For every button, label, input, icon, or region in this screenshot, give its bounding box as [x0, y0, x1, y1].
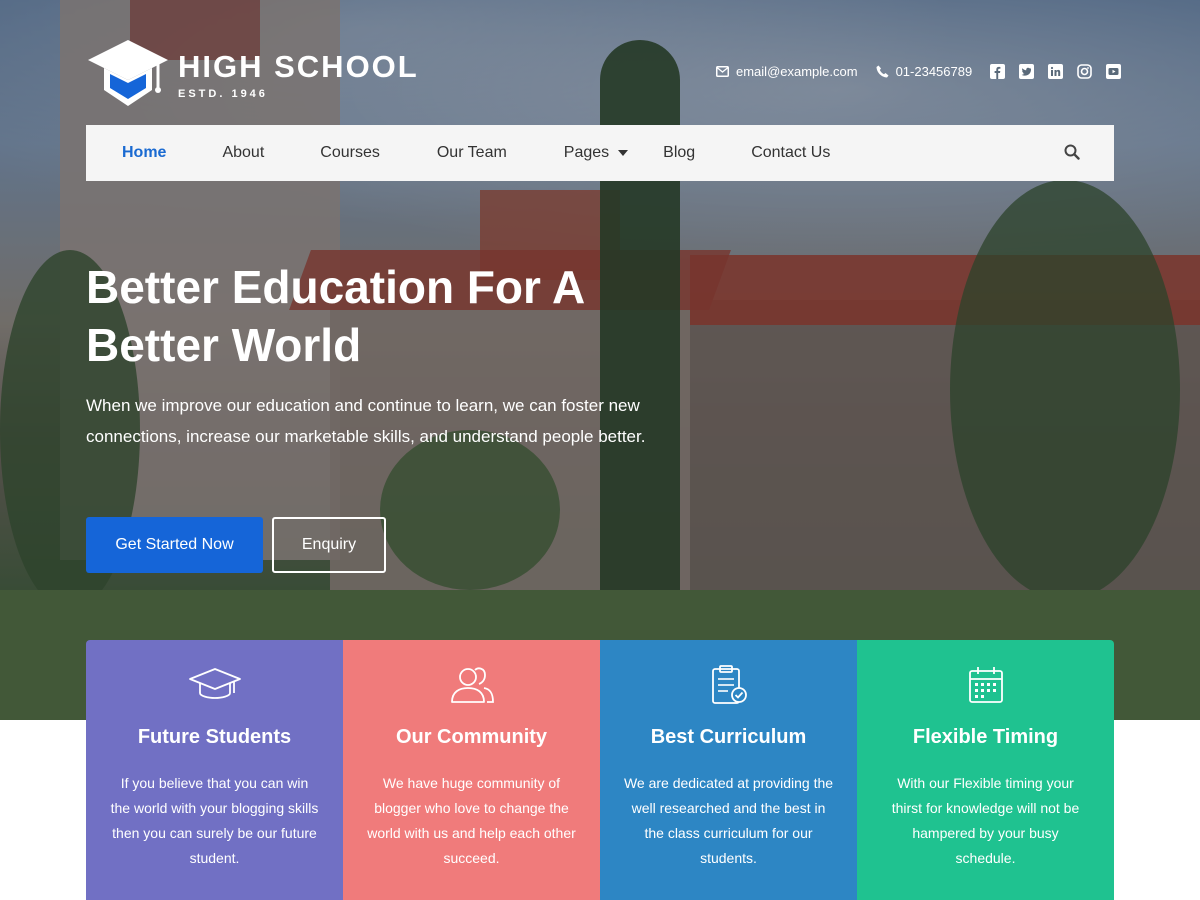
hero-title-line: Better World	[86, 319, 362, 371]
nav-item-blog[interactable]: Blog	[663, 125, 695, 181]
clipboard-check-icon	[711, 665, 747, 704]
nav-item-label: Our Team	[436, 144, 507, 161]
phone-link[interactable]: 01-23456789	[876, 64, 973, 79]
hero-description: When we improve our education and contin…	[86, 396, 646, 446]
feature-cards: Future Students If you believe that you …	[86, 640, 1114, 900]
feature-card-future-students: Future Students If you believe that you …	[86, 640, 343, 900]
feature-title: Best Curriculum	[650, 726, 807, 748]
nav-item-courses[interactable]: Courses	[320, 125, 380, 181]
calendar-icon	[968, 667, 1003, 703]
nav-item-home[interactable]: Home	[122, 125, 166, 181]
instagram-icon[interactable]	[1077, 64, 1093, 79]
users-icon	[450, 667, 494, 703]
email-text: email@example.com	[736, 64, 858, 79]
feature-card-flexible-timing: Flexible Timing With our Flexible timing…	[857, 640, 1114, 900]
site-title: HIGH SCHOOL	[178, 48, 419, 84]
nav-item-label: Contact Us	[751, 144, 831, 161]
social-links	[990, 64, 1122, 79]
hero-title: Better Education For A Better World	[86, 258, 706, 374]
main-navigation: Home About Courses Our Team Pages Blog C…	[86, 125, 1114, 181]
feature-text: We are dedicated at providing the well r…	[623, 775, 834, 866]
email-link[interactable]: email@example.com	[716, 64, 858, 79]
feature-title: Flexible Timing	[912, 726, 1059, 748]
nav-item-our-team[interactable]: Our Team	[437, 125, 507, 181]
search-icon	[1064, 144, 1080, 160]
hero-title-line: Better Education For A	[86, 261, 586, 313]
twitter-icon[interactable]	[1019, 64, 1035, 79]
get-started-button[interactable]: Get Started Now	[86, 517, 263, 573]
feature-card-our-community: Our Community We have huge community of …	[343, 640, 600, 900]
graduation-cap-logo-icon	[88, 40, 168, 106]
nav-item-label: Courses	[320, 144, 380, 161]
site-logo[interactable]: HIGH SCHOOL ESTD. 1946	[86, 38, 419, 110]
nav-item-pages[interactable]: Pages	[563, 125, 629, 181]
phone-text: 01-23456789	[895, 64, 973, 79]
feature-text: With our Flexible timing your thirst for…	[891, 775, 1080, 866]
chevron-down-icon	[618, 150, 629, 156]
nav-item-label: About	[222, 144, 265, 161]
enquiry-button[interactable]: Enquiry	[272, 517, 386, 573]
nav-item-about[interactable]: About	[222, 125, 264, 181]
nav-item-label: Pages	[563, 144, 610, 161]
feature-title: Future Students	[137, 726, 292, 748]
facebook-icon[interactable]	[990, 64, 1006, 79]
search-button[interactable]	[1064, 144, 1080, 165]
youtube-icon[interactable]	[1106, 64, 1122, 79]
linkedin-icon[interactable]	[1048, 64, 1064, 79]
feature-text: If you believe that you can win the worl…	[110, 775, 319, 866]
feature-card-best-curriculum: Best Curriculum We are dedicated at prov…	[600, 640, 857, 900]
header-contact-bar: email@example.com 01-23456789	[716, 64, 1122, 79]
site-tagline: ESTD. 1946	[178, 87, 268, 100]
nav-item-label: Blog	[663, 144, 696, 161]
nav-item-contact-us[interactable]: Contact Us	[751, 125, 830, 181]
feature-text: We have huge community of blogger who lo…	[367, 775, 576, 866]
nav-item-label: Home	[122, 144, 167, 161]
feature-title: Our Community	[395, 726, 548, 748]
phone-icon	[876, 65, 889, 78]
graduation-cap-icon	[188, 668, 241, 699]
envelope-icon	[716, 66, 729, 77]
